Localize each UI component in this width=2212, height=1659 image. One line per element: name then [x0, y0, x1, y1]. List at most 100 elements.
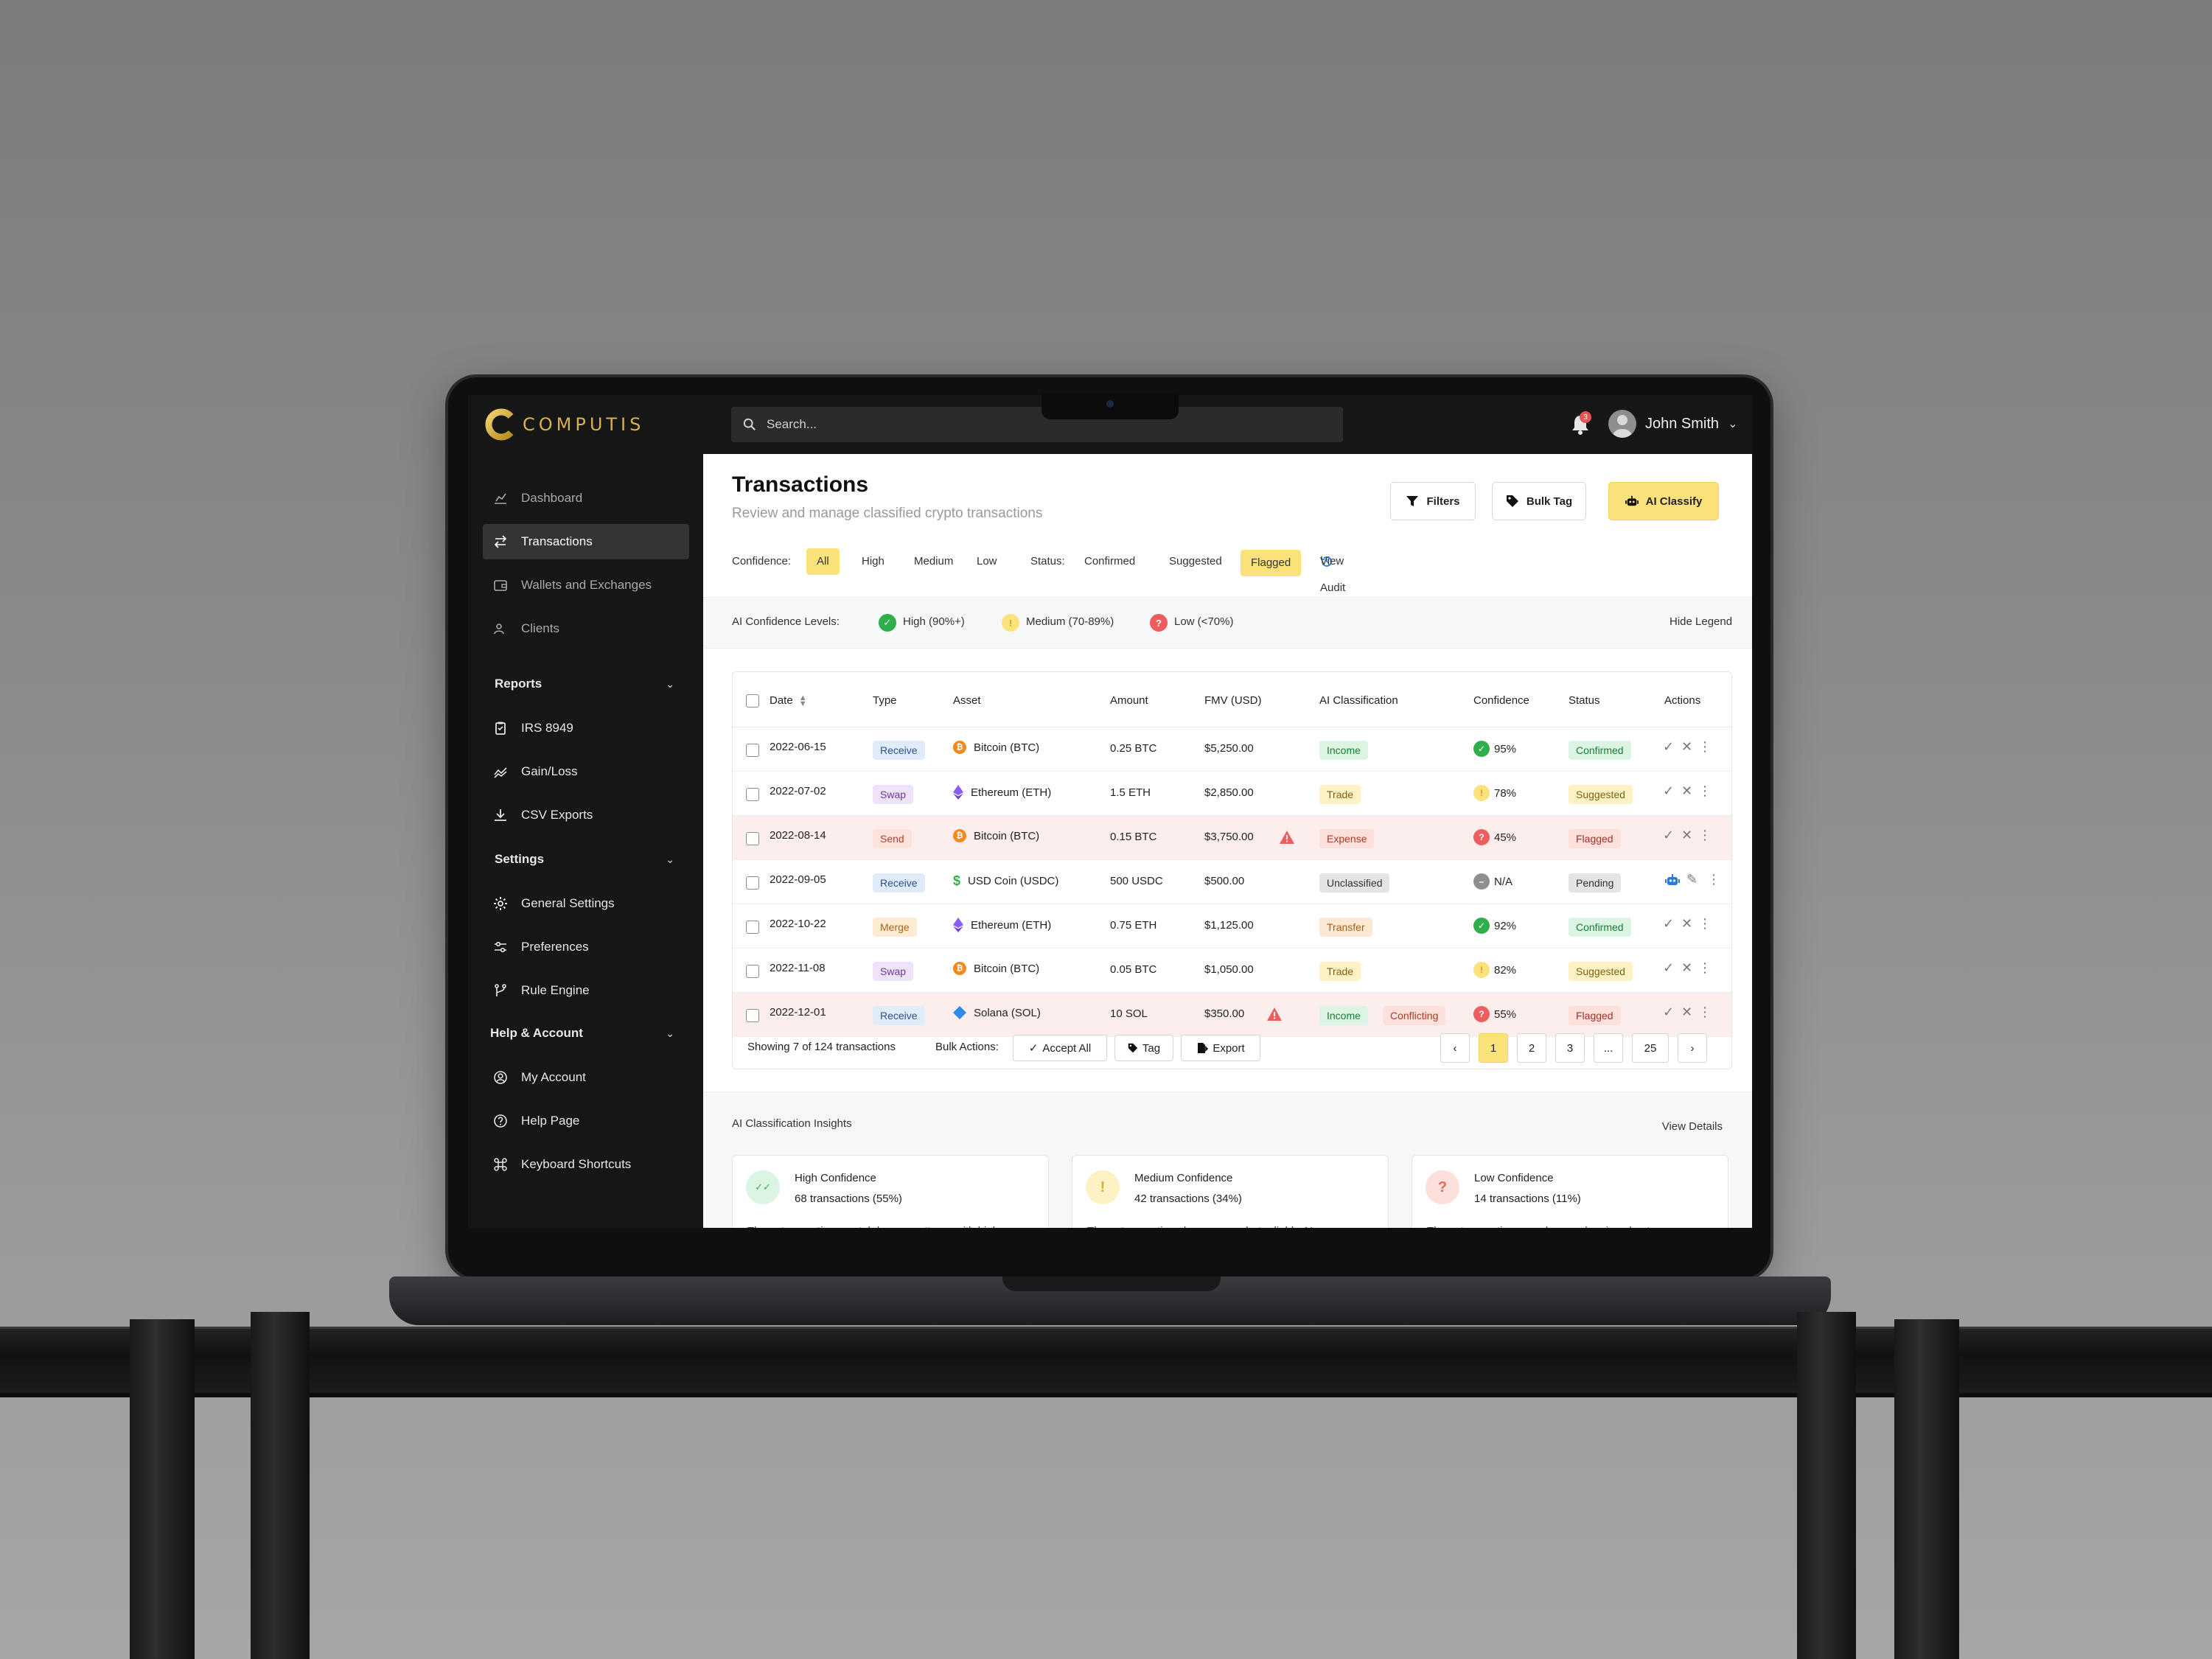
table-row[interactable]: 2022-06-15 Receive ₿ Bitcoin (BTC) 0.25 BTC $…	[733, 727, 1731, 772]
col-status[interactable]: Status	[1569, 694, 1600, 707]
classification-tag[interactable]: Transfer	[1319, 918, 1372, 937]
accept-check-icon[interactable]: ✓	[1663, 783, 1674, 799]
view-details-link[interactable]: View Details	[1662, 1120, 1723, 1133]
col-fmv[interactable]: FMV (USD)	[1204, 694, 1262, 707]
next-page-button[interactable]: ›	[1678, 1033, 1707, 1063]
sidebar-item-dashboard[interactable]: Dashboard	[483, 481, 689, 516]
accept-all-button[interactable]: ✓ Accept All	[1013, 1035, 1107, 1061]
classification-tag[interactable]: Trade	[1319, 962, 1361, 981]
more-vertical-icon[interactable]: ⋮	[1698, 960, 1712, 976]
col-ai-classification[interactable]: AI Classification	[1319, 694, 1398, 707]
confidence-chip-high[interactable]: High	[851, 548, 895, 575]
classification-tag[interactable]: Unclassified	[1319, 873, 1390, 893]
logo[interactable]: COMPUTIS	[483, 407, 644, 442]
row-checkbox[interactable]	[746, 965, 759, 978]
more-vertical-icon[interactable]: ⋮	[1698, 739, 1712, 755]
filters-button[interactable]: Filters	[1390, 482, 1476, 520]
col-asset[interactable]: Asset	[953, 694, 981, 707]
section-settings[interactable]: Settings ⌄	[483, 845, 674, 874]
robot-classify-icon[interactable]	[1664, 873, 1681, 890]
page-25[interactable]: 25	[1632, 1033, 1669, 1063]
user-menu[interactable]: John Smith ⌄	[1608, 410, 1737, 438]
table-row[interactable]: 2022-11-08 Swap ₿ Bitcoin (BTC) 0.05 BTC $1,0…	[733, 949, 1731, 993]
accept-check-icon[interactable]: ✓	[1663, 916, 1674, 932]
export-button[interactable]: Export	[1181, 1035, 1260, 1061]
reject-x-icon[interactable]: ✕	[1681, 1005, 1692, 1020]
edit-icon[interactable]: ✎	[1686, 872, 1698, 887]
sidebar-item-csv-exports[interactable]: CSV Exports	[483, 797, 689, 833]
hide-legend-link[interactable]: Hide Legend	[1670, 615, 1732, 628]
row-checkbox[interactable]	[746, 876, 759, 890]
command-icon	[493, 1157, 508, 1172]
type-tag: Receive	[873, 1006, 925, 1025]
status-chip-suggested[interactable]: Suggested	[1159, 548, 1232, 575]
section-help[interactable]: Help & Account ⌄	[483, 1019, 674, 1048]
confidence-chip-low[interactable]: Low	[966, 548, 1008, 575]
sidebar-item-rule-engine[interactable]: Rule Engine	[483, 973, 689, 1008]
accept-check-icon[interactable]: ✓	[1663, 828, 1674, 843]
sidebar-item-keyboard-shortcuts[interactable]: Keyboard Shortcuts	[483, 1147, 689, 1182]
classification-tag[interactable]: Expense	[1319, 829, 1375, 848]
classification-tag[interactable]: Income	[1319, 1006, 1368, 1025]
ai-classify-button[interactable]: AI Classify	[1608, 482, 1719, 520]
prev-page-button[interactable]: ‹	[1440, 1033, 1470, 1063]
more-vertical-icon[interactable]: ⋮	[1698, 916, 1712, 932]
reject-x-icon[interactable]: ✕	[1681, 739, 1692, 755]
status-chip-confirmed[interactable]: Confirmed	[1074, 548, 1145, 575]
reject-x-icon[interactable]: ✕	[1681, 783, 1692, 799]
sidebar-item-gain-loss[interactable]: Gain/Loss	[483, 754, 689, 789]
row-checkbox[interactable]	[746, 1009, 759, 1022]
gear-icon	[493, 896, 508, 911]
sidebar-item-help-page[interactable]: Help Page	[483, 1103, 689, 1139]
insight-card-low[interactable]: ? Low Confidence 14 transactions (11%) Thes…	[1412, 1155, 1728, 1228]
sidebar-item-irs-8949[interactable]: IRS 8949	[483, 710, 689, 746]
row-checkbox[interactable]	[746, 832, 759, 845]
table-row[interactable]: 2022-07-02 Swap Ethereum (ETH) 1.5 ETH $2,85…	[733, 772, 1731, 816]
col-amount[interactable]: Amount	[1110, 694, 1148, 707]
sidebar-item-transactions[interactable]: Transactions	[483, 524, 689, 559]
reject-x-icon[interactable]: ✕	[1681, 828, 1692, 843]
col-date[interactable]: Date ▲ ▼	[770, 694, 807, 708]
more-vertical-icon[interactable]: ⋮	[1707, 872, 1720, 887]
table-row[interactable]: 2022-09-05 Receive $ USD Coin (USDC) 500 USD…	[733, 860, 1731, 904]
sidebar-item-wallets-and-exchanges[interactable]: Wallets and Exchanges	[483, 567, 689, 603]
classification-tag[interactable]: Income	[1319, 741, 1368, 760]
more-vertical-icon[interactable]: ⋮	[1698, 783, 1712, 799]
col-type[interactable]: Type	[873, 694, 897, 707]
sidebar-item-my-account[interactable]: My Account	[483, 1060, 689, 1095]
sidebar-item-preferences[interactable]: Preferences	[483, 929, 689, 965]
row-checkbox[interactable]	[746, 788, 759, 801]
sidebar-item-clients[interactable]: Clients	[483, 611, 689, 646]
select-all-checkbox[interactable]	[746, 694, 759, 708]
page-3[interactable]: 3	[1555, 1033, 1585, 1063]
tag-button[interactable]: Tag	[1114, 1035, 1173, 1061]
bulk-tag-button[interactable]: Bulk Tag	[1492, 482, 1586, 520]
reject-x-icon[interactable]: ✕	[1681, 960, 1692, 976]
search-bar[interactable]	[731, 407, 1343, 442]
section-reports[interactable]: Reports ⌄	[483, 669, 674, 699]
status-chip-flagged[interactable]: Flagged	[1241, 550, 1302, 576]
search-input[interactable]	[767, 417, 1283, 432]
bitcoin-icon: ₿	[953, 741, 966, 754]
accept-check-icon[interactable]: ✓	[1663, 1005, 1674, 1020]
classification-tag[interactable]: Trade	[1319, 785, 1361, 804]
page-2[interactable]: 2	[1517, 1033, 1546, 1063]
confidence-chip-all[interactable]: All	[806, 548, 840, 575]
reject-x-icon[interactable]: ✕	[1681, 916, 1692, 932]
view-audit-trail-link[interactable]: View Audit Trail	[1320, 548, 1345, 621]
insight-card-high[interactable]: ✓✓ High Confidence 68 transactions (55%) Th…	[732, 1155, 1049, 1228]
col-confidence[interactable]: Confidence	[1473, 694, 1529, 707]
page-1[interactable]: 1	[1479, 1033, 1508, 1063]
row-checkbox[interactable]	[746, 744, 759, 757]
row-checkbox[interactable]	[746, 921, 759, 934]
classification-tag[interactable]: Conflicting	[1383, 1006, 1446, 1025]
confidence-chip-medium[interactable]: Medium	[904, 548, 963, 575]
accept-check-icon[interactable]: ✓	[1663, 739, 1674, 755]
sidebar-item-general-settings[interactable]: General Settings	[483, 886, 689, 921]
more-vertical-icon[interactable]: ⋮	[1698, 1005, 1712, 1020]
table-row[interactable]: 2022-08-14 Send ₿ Bitcoin (BTC) 0.15 BTC $3,7…	[733, 816, 1731, 860]
accept-check-icon[interactable]: ✓	[1663, 960, 1674, 976]
more-vertical-icon[interactable]: ⋮	[1698, 828, 1712, 843]
insight-card-medium[interactable]: ! Medium Confidence 42 transactions (34%) T…	[1072, 1155, 1389, 1228]
table-row[interactable]: 2022-10-22 Merge Ethereum (ETH) 0.75 ETH $1,…	[733, 904, 1731, 949]
